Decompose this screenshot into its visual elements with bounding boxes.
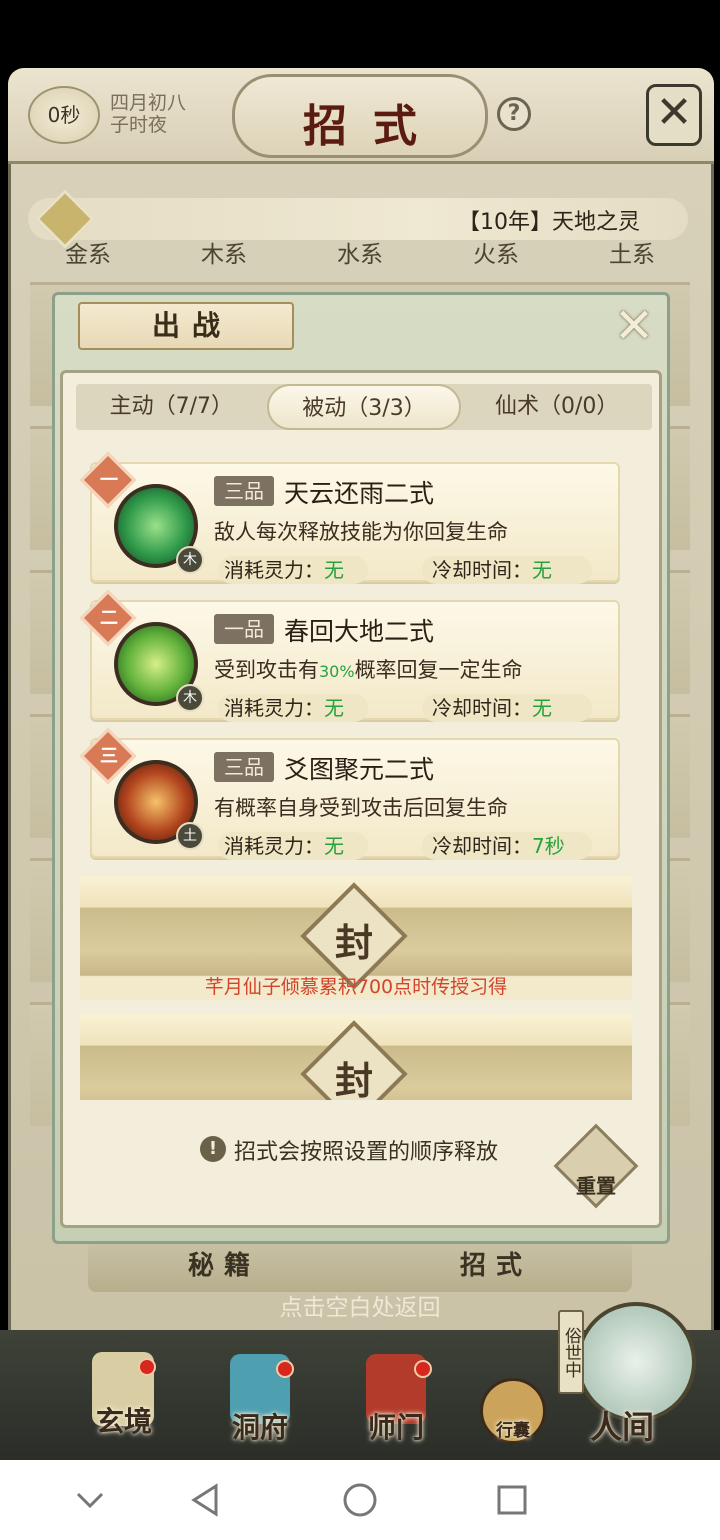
- skill-name: 春回大地二式: [284, 617, 435, 646]
- skill-card[interactable]: 三 土 三品 爻图聚元二式 有概率自身受到攻击后回复生命 消耗灵力：无 冷却时间…: [79, 727, 620, 860]
- tab-immortal-arts[interactable]: 仙术（0/0）: [461, 384, 652, 430]
- nav-dongfu[interactable]: 洞府: [220, 1406, 300, 1446]
- skill-type-tabs: 主动（7/7） 被动（3/3） 仙术（0/0）: [76, 384, 652, 430]
- skill-card[interactable]: 二 木 一品 春回大地二式 受到攻击有30%概率回复一定生命 消耗灵力：无 冷却…: [79, 589, 620, 722]
- bottom-nav: 玄境 洞府 师门 行囊 俗世中 人间: [0, 1302, 720, 1460]
- skill-name: 爻图聚元二式: [284, 755, 435, 784]
- tab-earth[interactable]: 土系: [564, 234, 700, 276]
- cooldown: 冷却时间：无: [422, 694, 592, 722]
- home-icon[interactable]: [340, 1480, 380, 1520]
- timer-badge: 0秒: [28, 86, 100, 144]
- order-number: 三: [100, 746, 118, 767]
- unlock-requirement: 芊月仙子倾慕累积700点时传授习得: [204, 976, 508, 998]
- chevron-down-icon[interactable]: [70, 1480, 110, 1520]
- tab-moves[interactable]: 招式: [360, 1240, 632, 1292]
- tab-water[interactable]: 水系: [292, 234, 428, 276]
- element-badge: 木: [176, 546, 204, 574]
- skill-name: 天云还雨二式: [284, 479, 435, 508]
- panel-title: 出战: [78, 302, 294, 350]
- skill-description: 敌人每次释放技能为你回复生命: [214, 520, 508, 544]
- seal-label: 封: [334, 920, 373, 965]
- nav-renjian[interactable]: 人间: [582, 1402, 662, 1448]
- info-icon: !: [200, 1136, 226, 1162]
- notification-dot: [414, 1360, 432, 1378]
- notification-dot: [138, 1358, 156, 1376]
- skill-list: 一 木 三品 天云还雨二式 敌人每次释放技能为你回复生命 消耗灵力：无 冷却时间…: [76, 444, 644, 1100]
- skill-card[interactable]: 一 木 三品 天云还雨二式 敌人每次释放技能为你回复生命 消耗灵力：无 冷却时间…: [79, 451, 620, 584]
- skill-description: 有概率自身受到攻击后回复生命: [214, 796, 508, 820]
- recents-icon[interactable]: [492, 1480, 532, 1520]
- order-number: 一: [100, 470, 118, 491]
- nav-xingnang[interactable]: 行囊: [478, 1416, 548, 1441]
- page-title: 招式: [303, 101, 443, 152]
- grade-badge: 一品: [214, 614, 274, 644]
- tab-wood[interactable]: 木系: [156, 234, 292, 276]
- order-number: 二: [100, 608, 118, 629]
- element-tabs: 金系 木系 水系 火系 土系: [20, 234, 700, 276]
- cooldown: 冷却时间：无: [422, 556, 592, 584]
- game-screen: 0秒 四月初八 子时夜 招式 ? ✕ 【10年】天地之灵 金系 木系 水系 火系…: [0, 0, 720, 1460]
- mana-cost: 消耗灵力：无: [218, 832, 368, 860]
- seal-label: 封: [334, 1058, 373, 1100]
- grade-badge: 三品: [214, 476, 274, 506]
- cooldown: 冷却时间：7秒: [422, 832, 592, 860]
- locked-slot[interactable]: 封 芊月仙子倾慕累积700点时传授习得: [80, 876, 632, 1000]
- tab-active-skills[interactable]: 主动（7/7）: [76, 384, 267, 430]
- calendar-time: 子时夜: [110, 114, 168, 136]
- player-title-tag: 【10年】天地之灵: [458, 210, 640, 235]
- notification-dot: [276, 1360, 294, 1378]
- locked-slot[interactable]: 封: [80, 1014, 632, 1100]
- tab-secret-book[interactable]: 秘籍: [88, 1240, 360, 1292]
- mana-cost: 消耗灵力：无: [218, 556, 368, 584]
- tab-fire[interactable]: 火系: [428, 234, 564, 276]
- back-icon[interactable]: [186, 1480, 226, 1520]
- tab-metal[interactable]: 金系: [20, 234, 156, 276]
- nav-xuanjing[interactable]: 玄境: [84, 1400, 164, 1440]
- grade-badge: 三品: [214, 752, 274, 782]
- secular-badge: 俗世中: [558, 1310, 584, 1394]
- skill-description: 受到攻击有30%概率回复一定生命: [214, 658, 523, 682]
- order-tip: 招式会按照设置的顺序释放: [234, 1140, 499, 1165]
- tab-passive-skills[interactable]: 被动（3/3）: [266, 384, 462, 430]
- element-badge: 土: [176, 822, 204, 850]
- system-nav-bar: [0, 1460, 720, 1540]
- bottom-tabs: 秘籍 招式: [88, 1240, 632, 1292]
- reset-button[interactable]: 重置: [566, 1170, 626, 1199]
- nav-shimen[interactable]: 师门: [356, 1406, 436, 1446]
- close-icon[interactable]: ✕: [646, 84, 702, 146]
- close-icon[interactable]: ✕: [610, 302, 658, 352]
- help-button[interactable]: ?: [497, 97, 531, 131]
- element-badge: 木: [176, 684, 204, 712]
- mana-cost: 消耗灵力：无: [218, 694, 368, 722]
